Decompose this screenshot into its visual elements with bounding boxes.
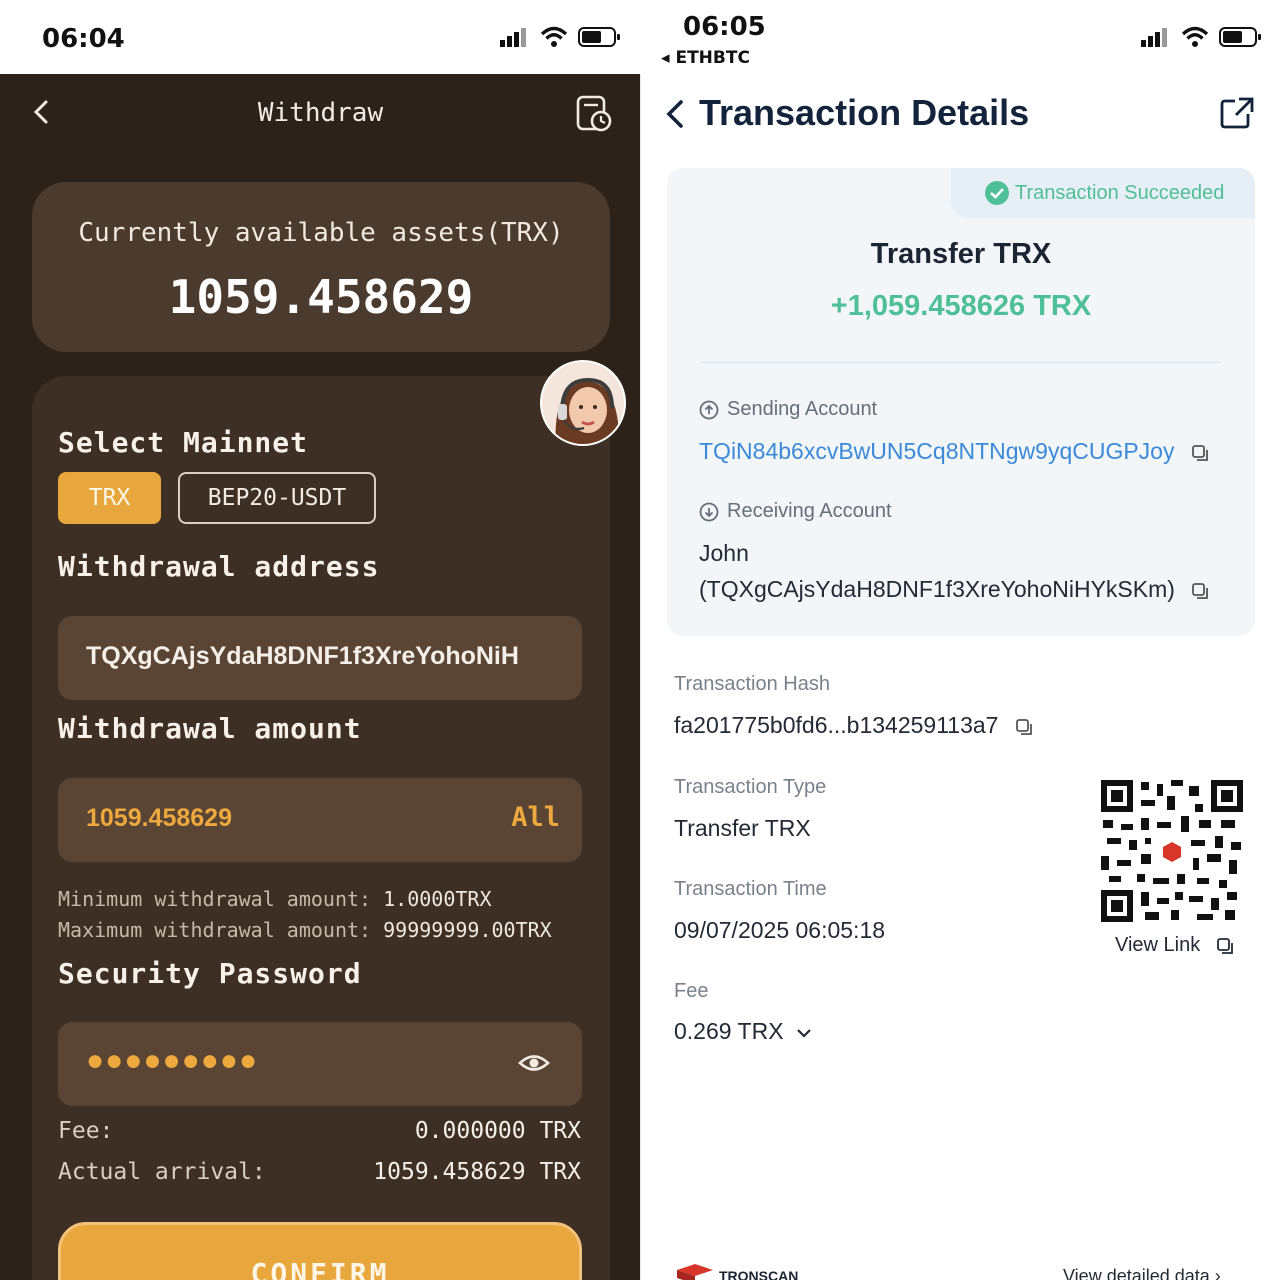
view-link[interactable]: View Link [1115,934,1234,957]
arrow-down-circle-icon [699,502,719,521]
min-withdrawal: Minimum withdrawal amount: 1.0000TRX [58,887,492,911]
arrival-value: 1059.458629 TRX [373,1159,581,1185]
status-badge: Transaction Succeeded [951,168,1255,218]
page-title: Withdraw [257,98,384,128]
chevron-down-icon [797,1029,811,1038]
max-label: Maximum withdrawal amount: [58,918,372,942]
fee-value: 0.269 TRX [674,1018,784,1044]
status-time: 06:05 [683,12,766,42]
copy-icon[interactable] [1015,718,1033,736]
transaction-amount: +1,059.458626 TRX [830,290,1092,322]
min-label: Minimum withdrawal amount: [58,887,372,911]
hash-value: fa201775b0fd6...b134259113a7 [674,712,999,738]
max-withdrawal: Maximum withdrawal amount: 99999999.00TR… [58,918,552,942]
receiving-address: (TQXgCAjsYdaH8DNF1f3XreYohoNiHYkSKm) [699,576,1175,602]
receiving-label: Receiving Account [727,500,892,522]
copy-icon[interactable] [1191,582,1209,600]
battery-icon [1219,27,1261,47]
sending-address-link[interactable]: TQiN84b6xcvBwUN5Cq8NTNgw9yqCUGPJoy [699,438,1209,465]
receiving-label-row: Receiving Account [699,500,892,523]
eye-icon[interactable] [518,1050,550,1076]
divider [701,362,1221,363]
check-icon [985,181,1009,205]
back-to-app[interactable]: ◂ ETHBTC [661,48,750,68]
min-value: 1.0000TRX [383,887,492,911]
status-time: 06:04 [42,24,125,54]
receiving-name: John [699,540,749,566]
chevron-right-icon: › [1214,1266,1221,1280]
amount-input[interactable]: 1059.458629 All [58,778,582,862]
arrival-label: Actual arrival: [58,1159,266,1185]
time-label: Transaction Time [674,878,827,900]
address-value: TQXgCAjsYdaH8DNF1f3XreYohoNiH [86,642,519,670]
arrow-up-circle-icon [699,400,719,419]
sending-label: Sending Account [727,398,878,420]
asset-card: Currently available assets(TRX) 1059.458… [32,182,610,352]
all-button[interactable]: All [511,802,560,833]
qr-code [1101,780,1243,922]
copy-icon [1216,937,1233,954]
confirm-button[interactable]: CONFIRM [58,1222,582,1280]
amount-title: Withdrawal amount [58,712,362,745]
type-label: Transaction Type [674,776,827,798]
receiving-address-row[interactable]: (TQXgCAjsYdaH8DNF1f3XreYohoNiHYkSKm) [699,576,1209,603]
status-icons [1141,26,1263,48]
max-value: 99999999.00TRX [383,918,552,942]
type-value: Transfer TRX [674,815,811,841]
transaction-screen: 06:05 ◂ ETHBTC Transaction Details Trans… [641,0,1280,1280]
fee-label: Fee [674,980,709,1002]
fee-value: 0.000000 TRX [414,1118,581,1144]
hash-label: Transaction Hash [674,673,830,695]
time-value: 09/07/2025 06:05:18 [674,917,886,943]
detailed-data-link[interactable]: View detailed data › [1063,1266,1221,1280]
wifi-icon [1181,26,1209,47]
history-icon[interactable] [574,94,614,134]
fee-label: Fee: [58,1118,114,1144]
signal-icon [500,28,526,47]
withdraw-screen: 06:04 Withdraw Currently available asset… [0,0,641,1280]
view-link-label: View Link [1115,934,1201,956]
copy-icon[interactable] [1191,444,1209,462]
password-title: Security Password [58,957,362,990]
tronscan-logo-icon [677,1264,713,1280]
fee-row[interactable]: 0.269 TRX [674,1018,812,1045]
wifi-icon [540,26,568,47]
asset-label: Currently available assets(TRX) [78,218,564,248]
address-input[interactable]: TQXgCAjsYdaH8DNF1f3XreYohoNiH [58,616,582,700]
status-bar: 06:04 [0,0,641,74]
back-chevron-icon[interactable] [663,98,687,130]
sending-address: TQiN84b6xcvBwUN5Cq8NTNgw9yqCUGPJoy [699,438,1175,464]
mainnet-option-bep20[interactable]: BEP20-USDT [178,472,376,524]
transaction-title: Transfer TRX [870,238,1052,270]
status-text: Transaction Succeeded [1015,182,1225,204]
amount-value: 1059.458629 [86,804,232,832]
mainnet-option-trx[interactable]: TRX [58,472,161,524]
status-bar: 06:05 ◂ ETHBTC [641,0,1280,74]
support-avatar[interactable] [540,360,626,446]
password-input[interactable]: ●●●●●●●●● [58,1022,582,1106]
share-icon[interactable] [1219,96,1255,130]
support-agent-icon [542,362,624,444]
page-title: Transaction Details [699,92,1030,133]
status-icons [500,26,622,48]
footer-brand: TRONSCAN [719,1268,799,1280]
battery-icon [578,27,620,47]
signal-icon [1141,28,1167,47]
asset-value: 1059.458629 [168,270,474,324]
detailed-data-label: View detailed data [1063,1266,1210,1280]
sending-label-row: Sending Account [699,398,877,421]
password-masked: ●●●●●●●●● [86,1044,259,1077]
address-title: Withdrawal address [58,550,380,583]
mainnet-title: Select Mainnet [58,426,309,459]
confirm-label: CONFIRM [250,1257,390,1280]
hash-row[interactable]: fa201775b0fd6...b134259113a7 [674,712,1033,739]
